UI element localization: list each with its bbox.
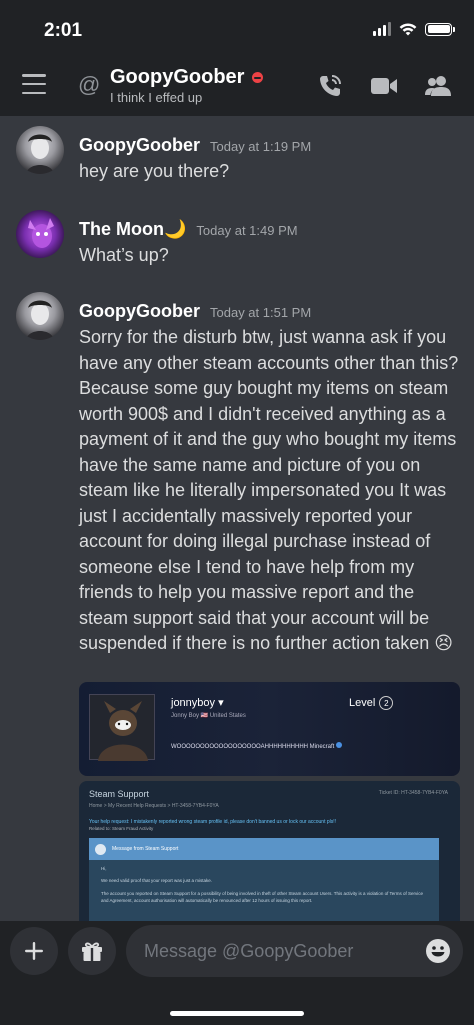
- gift-icon: [82, 942, 102, 961]
- header-title[interactable]: GoopyGoober: [110, 66, 264, 89]
- support-message-header: Message from Steam Support: [89, 838, 439, 860]
- status-icons: [373, 22, 455, 36]
- message-list[interactable]: GoopyGoober Today at 1:19 PM hey are you…: [0, 116, 474, 921]
- profile-name-text: jonnyboy: [171, 697, 216, 709]
- message-input[interactable]: [126, 925, 463, 977]
- profile-description: WOOOOOOOOOOOOOOOOOOAHHHHHHHHHH Minecraft: [171, 742, 343, 750]
- message-author[interactable]: GoopyGoober: [79, 301, 200, 322]
- profile-subline: Jonny Boy 🇺🇸 United States: [171, 713, 246, 719]
- status-time: 2:01: [44, 20, 83, 41]
- support-paragraph: We need valid proof that your report was…: [101, 878, 212, 883]
- cellular-signal-icon: [373, 22, 391, 36]
- message-text: What’s up?: [79, 245, 169, 265]
- battery-icon: [425, 22, 455, 36]
- profile-level: Level 2: [349, 696, 394, 710]
- avatar[interactable]: [16, 210, 64, 258]
- image-attachment-profile[interactable]: jonnyboy ▾ Jonny Boy 🇺🇸 United States Le…: [79, 682, 460, 776]
- message-timestamp: Today at 1:49 PM: [196, 223, 298, 238]
- menu-icon[interactable]: [22, 74, 46, 94]
- channel-name: GoopyGoober: [110, 66, 245, 88]
- gift-button[interactable]: [68, 927, 116, 975]
- custom-status: I think I effed up: [110, 90, 203, 105]
- message-header: GoopyGoober Today at 1:19 PM: [79, 135, 311, 156]
- support-paragraph: The account you reported on Steam Suppor…: [101, 891, 423, 903]
- wifi-icon: [399, 23, 417, 36]
- composer-bar: [0, 921, 474, 1025]
- add-attachment-button[interactable]: [10, 927, 58, 975]
- message-text: Sorry for the disturb btw, just wanna as…: [79, 327, 459, 653]
- dnd-status-icon: [252, 72, 264, 83]
- support-ticket-id: Ticket ID: HT-3458-7YB4-F0YA: [378, 790, 448, 796]
- members-button[interactable]: [424, 72, 452, 100]
- message-author[interactable]: GoopyGoober: [79, 135, 200, 156]
- profile-name: jonnyboy ▾: [171, 697, 224, 709]
- status-bar: 2:01: [0, 0, 474, 56]
- support-breadcrumb: Home > My Recent Help Requests > HT-3458…: [89, 803, 219, 809]
- steam-badge-icon: [336, 742, 343, 748]
- message-timestamp: Today at 1:19 PM: [210, 139, 312, 154]
- profile-description-text: WOOOOOOOOOOOOOOOOOOAHHHHHHHHHH Minecraft: [171, 744, 335, 750]
- at-icon: @: [78, 72, 101, 97]
- message-header: The Moon🌙 Today at 1:49 PM: [79, 219, 298, 240]
- image-attachment-support[interactable]: Steam Support Ticket ID: HT-3458-7YB4-F0…: [79, 781, 460, 921]
- support-related: Related to: Steam Fraud Activity: [89, 826, 154, 831]
- support-greeting: Hi,: [101, 866, 107, 871]
- home-indicator[interactable]: [170, 1011, 304, 1016]
- message-timestamp: Today at 1:51 PM: [210, 305, 312, 320]
- steam-logo-icon: [95, 843, 106, 855]
- emoji-icon: [426, 939, 450, 963]
- avatar[interactable]: [16, 126, 64, 174]
- support-message-header-text: Message from Steam Support: [112, 846, 179, 852]
- profile-picture: [89, 694, 155, 761]
- call-icon: [320, 75, 341, 96]
- channel-header: @ GoopyGoober I think I effed up: [0, 56, 474, 116]
- support-message-box: Message from Steam Support Hi, We need v…: [89, 838, 439, 921]
- message-header: GoopyGoober Today at 1:51 PM: [79, 301, 311, 322]
- message-text: hey are you there?: [79, 161, 230, 181]
- message-author[interactable]: The Moon🌙: [79, 219, 186, 240]
- video-icon: [371, 78, 397, 94]
- emoji-button[interactable]: [425, 938, 451, 964]
- avatar[interactable]: [16, 292, 64, 340]
- call-button[interactable]: [316, 72, 344, 100]
- members-icon: [425, 76, 451, 96]
- support-request: Your help request: I mistakenly reported…: [89, 819, 337, 825]
- plus-icon: [25, 942, 43, 960]
- video-button[interactable]: [370, 72, 398, 100]
- level-badge: 2: [379, 696, 394, 710]
- level-label: Level: [349, 697, 376, 709]
- support-title: Steam Support: [89, 789, 150, 799]
